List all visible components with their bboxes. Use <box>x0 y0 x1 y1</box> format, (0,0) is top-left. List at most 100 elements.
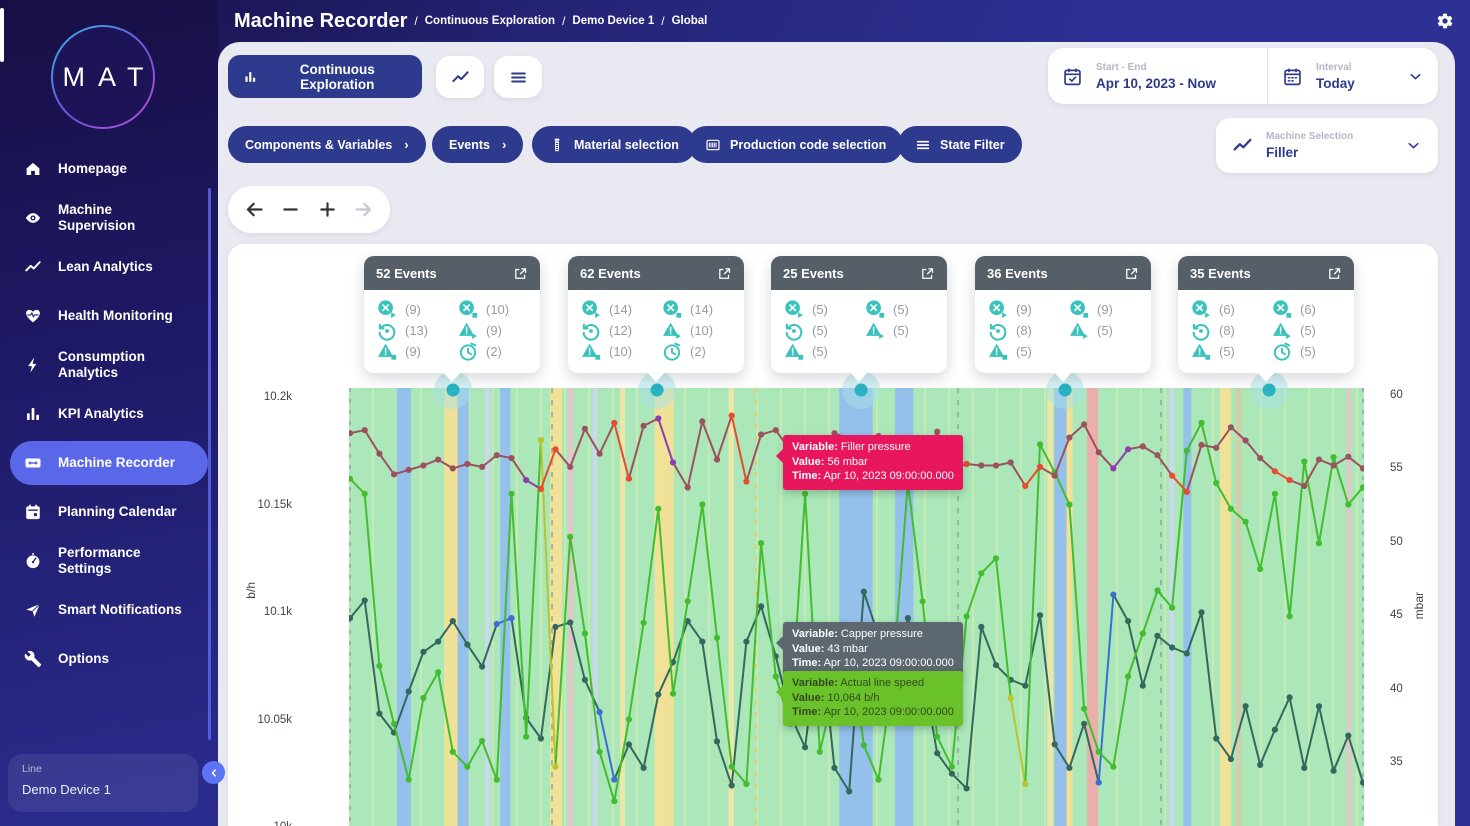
event-marker[interactable] <box>1059 384 1072 397</box>
sidebar-item-options[interactable]: Options <box>10 637 208 681</box>
filter-chip-material-selection[interactable]: Material selection <box>532 126 696 163</box>
sidebar-item-performance-settings[interactable]: Performance Settings <box>10 539 208 583</box>
pan-button-arrow-left[interactable] <box>244 199 265 220</box>
event-type-value: (10) <box>486 302 509 317</box>
event-count: 36 Events <box>987 266 1048 281</box>
history-icon <box>376 320 398 342</box>
device-panel[interactable]: Line Demo Device 1 <box>8 754 198 812</box>
sidebar-scrollbar[interactable] <box>208 188 211 740</box>
event-type-count: (5) <box>783 341 854 362</box>
y-axis-right-tick: 50 <box>1390 533 1434 551</box>
sidebar-collapse-button[interactable] <box>202 761 225 784</box>
interval-value: Today <box>1316 76 1355 91</box>
continuous-exploration-button[interactable]: Continuous Exploration <box>228 55 422 98</box>
event-marker[interactable] <box>447 384 460 397</box>
y-axis-right-tick: 55 <box>1390 459 1434 477</box>
sidebar-item-machine-supervision[interactable]: Machine Supervision <box>10 196 208 240</box>
history-icon <box>987 320 1009 342</box>
event-type-value: (9) <box>1016 302 1032 317</box>
event-type-count: (6) <box>1271 299 1342 320</box>
event-type-value: (6) <box>1300 302 1316 317</box>
gear-icon[interactable] <box>1436 12 1454 30</box>
external-link-icon[interactable] <box>1124 266 1139 281</box>
warning-square-icon <box>987 341 1009 363</box>
popover-pointer <box>1054 372 1072 382</box>
event-marker[interactable] <box>651 384 664 397</box>
event-type-value: (9) <box>405 302 421 317</box>
cancel-square-icon <box>661 299 683 321</box>
cassette-icon <box>24 454 42 472</box>
event-type-count: (5) <box>1190 341 1261 362</box>
event-marker[interactable] <box>1263 384 1276 397</box>
popover-pointer <box>1257 372 1275 382</box>
event-popover: 62 Events(14)(12)(10)(14)(10)(2) <box>568 256 744 373</box>
y-axis-right-tick: 45 <box>1390 606 1434 624</box>
date-range-label: Start - End <box>1096 62 1216 73</box>
start-end-picker[interactable]: Start - End Apr 10, 2023 - Now <box>1048 48 1268 104</box>
event-type-value: (5) <box>812 344 828 359</box>
pan-button-minus[interactable] <box>280 199 301 220</box>
plus-icon <box>317 199 338 220</box>
event-type-value: (8) <box>1219 323 1235 338</box>
list-view-button[interactable] <box>494 56 542 98</box>
filter-chip-state-filter[interactable]: State Filter <box>898 126 1022 163</box>
home-icon <box>24 160 42 178</box>
sidebar-item-consumption-analytics[interactable]: Consumption Analytics <box>10 343 208 387</box>
event-type-value: (2) <box>486 344 502 359</box>
event-type-count: (5) <box>783 299 854 320</box>
eye-icon <box>24 209 42 227</box>
external-link-icon[interactable] <box>920 266 935 281</box>
y-axis-right-tick: 40 <box>1390 680 1434 698</box>
y-axis-right-tick: 60 <box>1390 386 1434 404</box>
warning-play-icon <box>661 320 683 342</box>
filter-chip-production-code-selection[interactable]: Production code selection <box>688 126 903 163</box>
event-type-value: (14) <box>690 302 713 317</box>
event-type-count: (14) <box>661 299 732 320</box>
external-link-icon[interactable] <box>513 266 528 281</box>
event-marker[interactable] <box>855 384 868 397</box>
filter-chip-events[interactable]: Events › <box>432 126 523 163</box>
heart-pulse-icon <box>24 307 42 325</box>
sidebar-nav: Homepage Machine Supervision Lean Analyt… <box>0 142 218 686</box>
event-type-value: (5) <box>893 323 909 338</box>
machine-selection-label: Machine Selection <box>1266 131 1353 142</box>
sidebar-item-kpi-analytics[interactable]: KPI Analytics <box>10 392 208 436</box>
external-link-icon[interactable] <box>717 266 732 281</box>
breadcrumb-demo-device-1[interactable]: Demo Device 1 <box>572 15 654 27</box>
sidebar-item-planning-calendar[interactable]: Planning Calendar <box>10 490 208 534</box>
cancel-square-icon <box>864 299 886 321</box>
filter-chip-components-variables[interactable]: Components & Variables › <box>228 126 426 163</box>
event-type-value: (9) <box>405 344 421 359</box>
y-axis-left-tick: 10k <box>228 818 292 826</box>
arrow-left-icon <box>244 199 265 220</box>
trend-view-button[interactable] <box>436 56 484 98</box>
event-popover: 35 Events(6)(8)(5)(6)(5)(5) <box>1178 256 1354 373</box>
external-link-icon[interactable] <box>1327 266 1342 281</box>
bolt-icon <box>24 356 42 374</box>
event-type-value: (5) <box>812 302 828 317</box>
event-type-count: (5) <box>1271 320 1342 341</box>
sidebar-item-lean-analytics[interactable]: Lean Analytics <box>10 245 208 289</box>
page-scrollbar[interactable] <box>0 8 4 62</box>
event-type-count: (10) <box>580 341 651 362</box>
breadcrumb-global[interactable]: Global <box>672 15 708 27</box>
tooltip-value: Value: 10,064 b/h <box>792 691 954 706</box>
tooltip-time: Time: Apr 10, 2023 09:00:00.000 <box>792 705 954 720</box>
interval-select[interactable]: Interval Today <box>1268 48 1438 104</box>
pan-button-plus[interactable] <box>317 199 338 220</box>
event-type-count: (10) <box>457 299 528 320</box>
event-popover-header: 36 Events <box>975 256 1151 290</box>
sidebar-item-health-monitoring[interactable]: Health Monitoring <box>10 294 208 338</box>
machine-selection-select[interactable]: Machine Selection Filler <box>1216 118 1438 173</box>
logo-text: MAT <box>50 62 157 93</box>
event-popover-header: 52 Events <box>364 256 540 290</box>
sidebar-item-homepage[interactable]: Homepage <box>10 147 208 191</box>
cancel-play-icon <box>376 299 398 321</box>
tooltip-variable: Variable: Filler pressure <box>792 440 954 455</box>
sidebar-item-smart-notifications[interactable]: Smart Notifications <box>10 588 208 632</box>
date-range-card[interactable]: Start - End Apr 10, 2023 - Now Interval … <box>1048 48 1438 104</box>
breadcrumb-continuous-exploration[interactable]: Continuous Exploration <box>425 15 555 27</box>
popover-pointer <box>647 372 665 382</box>
sidebar-item-machine-recorder[interactable]: Machine Recorder <box>10 441 208 485</box>
material-icon <box>549 137 565 153</box>
